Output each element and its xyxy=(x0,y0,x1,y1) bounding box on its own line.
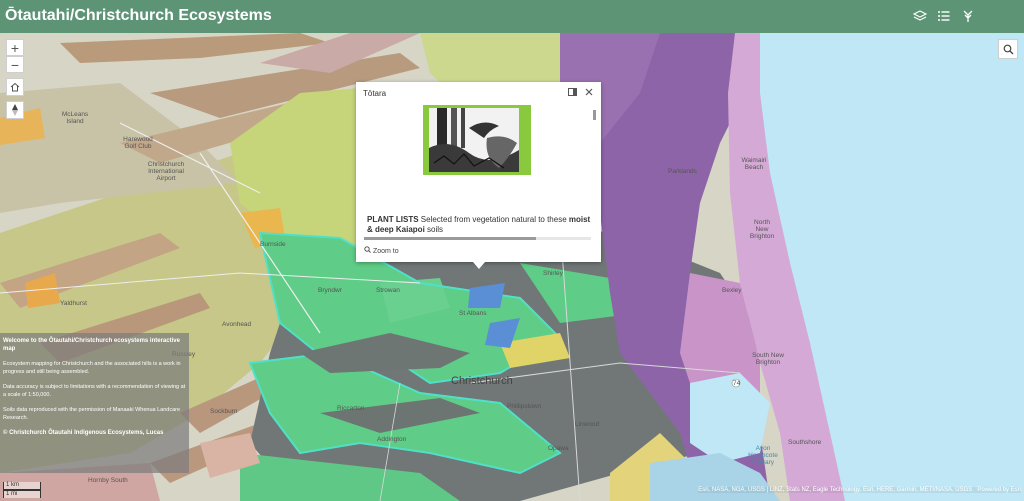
info-paragraph-2: Data accuracy is subject to limitations … xyxy=(3,384,186,398)
layers-icon[interactable] xyxy=(913,9,927,23)
road-shield-74: 74 xyxy=(733,380,741,387)
scale-mi: 1 mi xyxy=(3,490,41,498)
popup-pointer xyxy=(473,262,485,269)
label-burnside: Burnside xyxy=(260,241,286,248)
label-bexley: Bexley xyxy=(722,287,742,294)
label-christchurch-airport: Christchurch International Airport xyxy=(147,161,185,182)
legend-list-icon[interactable] xyxy=(937,9,951,23)
label-st-albans: St Albans xyxy=(459,310,487,317)
label-opawa: Opawa xyxy=(548,445,569,452)
scale-bar: 1 km 1 mi xyxy=(3,482,41,498)
totara-image-frame xyxy=(423,105,531,175)
info-paragraph-1: Ecosystem mapping for Christchurch and t… xyxy=(3,361,181,375)
app-title: Ōtautahi/Christchurch Ecosystems xyxy=(5,7,272,24)
info-paragraph-3: Soils data reproduced with the permissio… xyxy=(3,407,181,421)
popup-body-bold-1: PLANT LISTS xyxy=(367,215,419,224)
attribution-text[interactable]: Esri, NASA, NGA, USGS | LINZ, Stats NZ, … xyxy=(698,487,972,493)
popup-title: Tōtara xyxy=(363,89,387,98)
label-phillipstown: Phillipstown xyxy=(507,403,542,410)
feature-popup: Tōtara PLANT LISTS Selected from vegetat… xyxy=(356,82,601,269)
scale-km: 1 km xyxy=(3,482,41,490)
info-panel: Welcome to the Ōtautahi/Christchurch eco… xyxy=(0,333,189,473)
basemap-gallery-icon[interactable] xyxy=(961,9,975,23)
label-yaldhurst: Yaldhurst xyxy=(60,300,87,307)
label-bryndwr: Bryndwr xyxy=(318,287,342,294)
label-riccarton: Riccarton xyxy=(337,405,365,412)
label-avonhead: Avonhead xyxy=(222,321,252,328)
label-parklands: Parklands xyxy=(668,168,697,175)
attribution-bar: Esri, NASA, NGA, USGS | LINZ, Stats NZ, … xyxy=(698,487,1021,493)
label-christchurch: Christchurch xyxy=(451,375,513,387)
info-heading: Welcome to the Ōtautahi/Christchurch eco… xyxy=(3,338,180,352)
label-north-new-brighton: North New Brighton xyxy=(749,219,775,240)
zoom-to-icon xyxy=(364,246,371,253)
zoom-to-button[interactable]: Zoom to xyxy=(364,246,399,255)
compass-icon xyxy=(12,104,18,116)
label-harewood-golf-club: Harewood Golf Club xyxy=(123,136,153,150)
info-copyright: © Christchurch Ōtautahi Indigenous Ecosy… xyxy=(3,430,164,436)
compass-button[interactable] xyxy=(6,101,24,119)
search-button[interactable] xyxy=(998,39,1018,59)
popup-body-text-1: Selected from vegetation natural to thes… xyxy=(418,215,569,224)
label-south-new-brighton: South New Brighton xyxy=(752,352,784,366)
totara-illustration xyxy=(429,108,519,172)
zoom-to-label: Zoom to xyxy=(372,248,399,255)
zoom-out-button[interactable]: − xyxy=(6,56,24,73)
label-linwood: Linwood xyxy=(575,421,600,428)
app-header: Ōtautahi/Christchurch Ecosystems xyxy=(0,0,1024,33)
popup-body: PLANT LISTS Selected from vegetation nat… xyxy=(367,215,592,235)
label-sockburn: Sockburn xyxy=(210,408,238,415)
zoom-in-button[interactable]: + xyxy=(6,39,24,56)
label-waimairi-beach: Waimairi Beach xyxy=(741,157,767,171)
popup-horizontal-scrollbar[interactable] xyxy=(364,237,591,240)
popup-scrollbar[interactable] xyxy=(593,110,596,120)
label-southshore: Southshore xyxy=(788,439,822,446)
label-strowan: Strowan xyxy=(376,287,400,294)
label-avon-heathcote-estuary: Avon Heathcote Estuary xyxy=(748,445,778,466)
home-icon xyxy=(10,82,20,92)
dock-icon[interactable] xyxy=(568,88,577,96)
label-addington: Addington xyxy=(377,436,407,443)
label-hornby: Hornby South xyxy=(88,477,128,484)
label-shirley: Shirley xyxy=(543,270,563,277)
search-icon xyxy=(1003,44,1013,54)
label-mcleans-island: McLeans Island xyxy=(61,111,89,125)
popup-body-text-2: soils xyxy=(424,225,444,234)
close-icon[interactable] xyxy=(585,88,593,96)
powered-by-esri[interactable]: Powered by Esri xyxy=(977,487,1021,493)
home-button[interactable] xyxy=(6,78,24,96)
